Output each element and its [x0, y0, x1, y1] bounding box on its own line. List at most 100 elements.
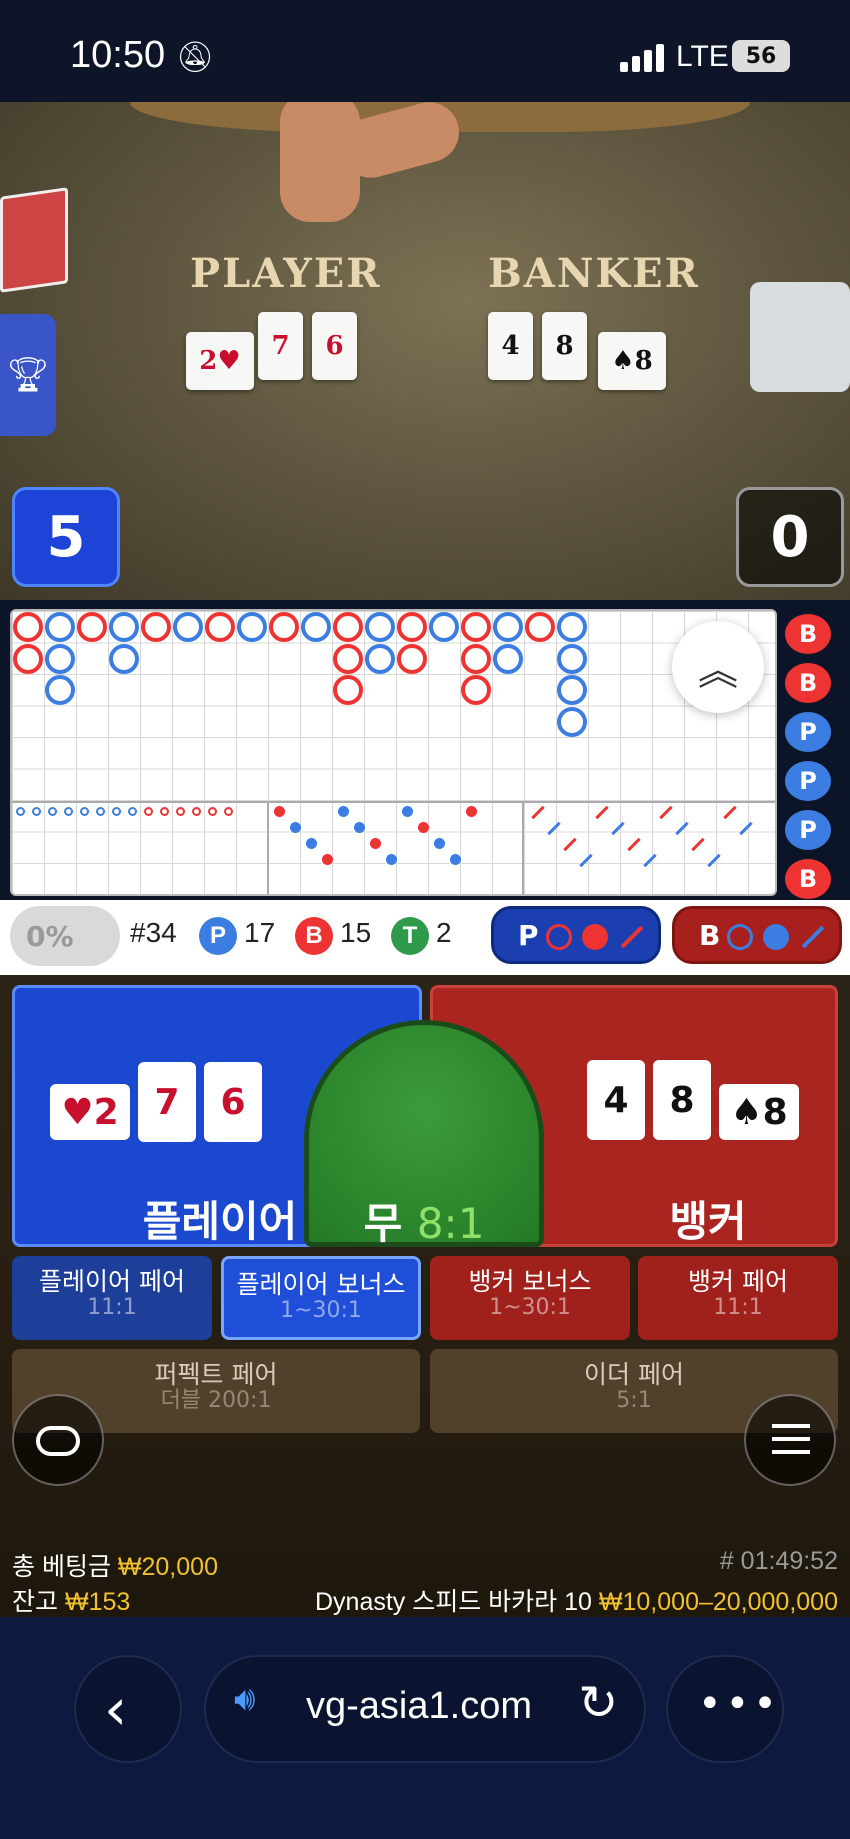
card-shoe: [750, 282, 850, 392]
bead-road-mark: [64, 807, 73, 816]
tie-odds: 8:1: [416, 1199, 485, 1248]
big-road-mark: [301, 612, 331, 642]
menu-button[interactable]: [744, 1394, 836, 1486]
chat-icon: [36, 1426, 80, 1456]
cockroach-road-mark: [691, 837, 705, 852]
bead-road-mark: [112, 807, 121, 816]
big-road-mark: [45, 643, 75, 674]
banker-card-1: 4: [488, 312, 533, 380]
big-road-mark: [45, 675, 75, 705]
banker-wins-badge: B: [295, 917, 333, 955]
big-road-mark: [109, 643, 139, 674]
more-button[interactable]: •••: [666, 1655, 784, 1763]
small-road-mark: [306, 838, 317, 849]
cockroach-road-mark: [643, 853, 657, 868]
small-road-mark: [418, 822, 429, 833]
table-name: Dynasty 스피드 바카라 10: [314, 1588, 592, 1616]
address-bar[interactable]: 🔊︎ vg-asia1.com ↻: [204, 1655, 646, 1763]
leaderboard-button[interactable]: 🏆︎: [0, 314, 56, 436]
big-road-mark: [429, 612, 459, 642]
big-road-mark: [461, 675, 491, 705]
small-road-mark: [338, 806, 349, 817]
recent-result: B: [785, 663, 831, 703]
player-wins-badge: P: [199, 917, 237, 955]
big-road-mark: [173, 612, 203, 642]
cockroach-road-mark: [659, 805, 673, 820]
chat-button[interactable]: [12, 1394, 104, 1486]
small-road-mark: [370, 838, 381, 849]
back-button[interactable]: ‹: [74, 1655, 182, 1763]
banker-pair-bet[interactable]: 뱅커 페어 11:1: [638, 1256, 838, 1340]
recent-result: P: [785, 761, 831, 801]
cockroach-road-mark: [723, 805, 737, 820]
bet-limits: ₩10,000–20,000,000: [598, 1588, 838, 1616]
small-road-mark: [466, 806, 477, 817]
banker-predict-button[interactable]: B: [672, 906, 842, 964]
player-bonus-bet[interactable]: 플레이어 보너스 1~30:1: [221, 1256, 421, 1340]
small-road-mark: [322, 854, 333, 865]
big-road-mark: [109, 612, 139, 642]
big-road-mark: [141, 612, 171, 642]
player-pair-odds: 11:1: [87, 1294, 137, 1320]
battery-icon: 56: [732, 40, 790, 72]
player-score: 5: [12, 487, 120, 587]
round-number: #34: [130, 917, 177, 948]
small-road-mark: [274, 806, 285, 817]
big-road-mark: [13, 612, 43, 642]
cockroach-road-mark: [739, 821, 753, 836]
big-road-mark: [365, 612, 395, 642]
bead-road-mark: [160, 807, 169, 816]
big-road-mark: [461, 612, 491, 642]
status-bar: 10:50 🔕︎ LTE 56: [0, 0, 850, 102]
cockroach-road-mark: [579, 853, 593, 868]
battery-level: 56: [745, 43, 777, 69]
big-road-mark: [13, 643, 43, 674]
progress-percent: 0%: [26, 920, 74, 953]
tie-bet-zone[interactable]: 무 8:1: [304, 1020, 544, 1248]
player-pair-bet[interactable]: 플레이어 페어 11:1: [12, 1256, 212, 1340]
recent-result: B: [785, 859, 831, 899]
balance-label: 잔고: [12, 1588, 59, 1616]
recent-result: B: [785, 614, 831, 654]
banker-bonus-odds: 1~30:1: [489, 1294, 571, 1320]
total-bet-amount: ₩20,000: [117, 1553, 218, 1581]
player-bonus-odds: 1~30:1: [280, 1297, 362, 1323]
small-road-mark: [402, 806, 413, 817]
small-road-mark: [450, 854, 461, 865]
cockroach-road-mark: [547, 821, 561, 836]
big-road-mark: [397, 643, 427, 674]
reload-icon[interactable]: ↻: [578, 1675, 618, 1731]
progress-toggle[interactable]: 0%: [10, 906, 120, 966]
banker-pair-label: 뱅커 페어: [688, 1267, 788, 1296]
big-road-mark: [237, 612, 267, 642]
small-road-mark: [386, 854, 397, 865]
chevron-up-double-icon: ︽: [698, 648, 738, 694]
big-road-mark: [397, 612, 427, 642]
bead-road-mark: [128, 807, 137, 816]
banker-bonus-label: 뱅커 보너스: [468, 1267, 592, 1296]
clock: 10:50: [70, 34, 166, 76]
banker-wins-count: 15: [340, 917, 372, 948]
player-wins-count: 17: [244, 917, 276, 948]
more-dots-icon: •••: [698, 1681, 781, 1727]
expand-road-button[interactable]: ︽: [672, 621, 764, 713]
big-road-mark: [333, 612, 363, 642]
player-card-2: 7: [258, 312, 303, 380]
big-road-mark: [205, 612, 235, 642]
small-road-mark: [354, 822, 365, 833]
big-road-mark: [461, 643, 491, 674]
banker-bonus-bet[interactable]: 뱅커 보너스 1~30:1: [430, 1256, 630, 1340]
bead-road-mark: [192, 807, 201, 816]
bead-road-mark: [208, 807, 217, 816]
big-road-mark: [493, 612, 523, 642]
url-text: vg-asia1.com: [306, 1685, 532, 1727]
bead-road-mark: [80, 807, 89, 816]
network-label: LTE: [676, 40, 729, 73]
player-bet-card-2: 7: [138, 1062, 196, 1142]
big-road-mark: [333, 643, 363, 674]
perfect-pair-label: 퍼펙트 페어: [154, 1360, 278, 1389]
big-road: [12, 611, 775, 801]
road-map[interactable]: ︽: [10, 609, 777, 896]
bead-road-mark: [176, 807, 185, 816]
player-predict-button[interactable]: P: [491, 906, 661, 964]
